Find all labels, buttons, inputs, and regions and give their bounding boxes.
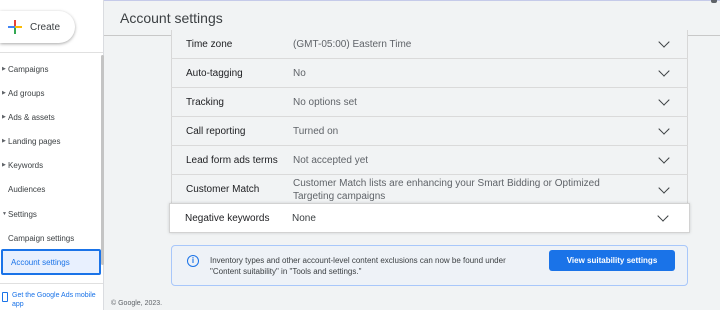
setting-row-tracking[interactable]: Tracking No options set: [171, 88, 688, 117]
sidebar: Create ▶ Campaigns ▶ Ad groups ▶ Ads & a…: [0, 0, 104, 310]
chevron-down-icon: [657, 210, 669, 222]
sidebar-scrollbar[interactable]: [101, 55, 104, 265]
page-title: Account settings: [120, 9, 223, 26]
setting-value: No: [293, 67, 306, 79]
setting-value: No options set: [293, 96, 357, 108]
sidebar-item-label: Audiences: [8, 184, 46, 194]
sidebar-item-ad-groups[interactable]: ▶ Ad groups: [0, 83, 100, 103]
copyright: © Google, 2023.: [111, 300, 163, 307]
setting-row-auto-tagging[interactable]: Auto-tagging No: [171, 59, 688, 88]
sidebar-item-label: Ad groups: [8, 88, 45, 98]
sidebar-divider: [0, 52, 103, 53]
setting-label: Auto-tagging: [186, 67, 243, 79]
chevron-down-icon: [658, 181, 670, 194]
sidebar-item-campaign-settings[interactable]: Campaign settings: [0, 228, 100, 248]
banner-text: Inventory types and other account-level …: [210, 256, 506, 276]
setting-label: Tracking: [186, 96, 224, 108]
setting-row-call-reporting[interactable]: Call reporting Turned on: [171, 117, 688, 146]
mobile-app-link[interactable]: Get the Google Ads mobile app: [2, 291, 102, 310]
setting-label: Call reporting: [186, 125, 246, 137]
chevron-down-icon: [658, 65, 670, 77]
sidebar-item-label: Landing pages: [8, 136, 61, 146]
chevron-down-icon: [658, 94, 670, 106]
chevron-down-icon: [658, 152, 670, 164]
caret-right-icon: ▶: [2, 90, 6, 96]
create-label: Create: [30, 21, 61, 33]
sidebar-item-label: Campaign settings: [8, 233, 75, 243]
sidebar-item-account-settings[interactable]: Account settings: [1, 249, 101, 275]
sidebar-item-settings[interactable]: ▼ Settings: [0, 204, 100, 224]
phone-icon: [2, 292, 8, 302]
caret-right-icon: ▶: [2, 138, 6, 144]
info-icon: i: [187, 255, 199, 267]
caret-right-icon: ▶: [2, 114, 6, 120]
sidebar-item-landing-pages[interactable]: ▶ Landing pages: [0, 131, 100, 151]
sidebar-item-label: Ads & assets: [8, 112, 55, 122]
sidebar-item-label: Campaigns: [8, 64, 49, 74]
create-button[interactable]: Create: [0, 11, 75, 43]
sidebar-item-label: Account settings: [11, 257, 70, 267]
caret-right-icon: ▶: [2, 66, 6, 72]
view-suitability-settings-button[interactable]: View suitability settings: [549, 250, 675, 271]
setting-value: None: [292, 212, 316, 224]
setting-label: Lead form ads terms: [186, 154, 278, 166]
overflow-indicator: [711, 0, 717, 3]
sidebar-item-audiences[interactable]: Audiences: [0, 179, 100, 199]
caret-right-icon: ▶: [2, 162, 6, 168]
setting-value: Turned on: [293, 125, 339, 137]
setting-row-customer-match[interactable]: Customer Match Customer Match lists are …: [171, 175, 688, 204]
sidebar-divider: [0, 283, 103, 284]
setting-value: Customer Match lists are enhancing your …: [293, 177, 600, 202]
mobile-app-label: Get the Google Ads mobile app: [12, 292, 96, 308]
setting-value: (GMT-05:00) Eastern Time: [293, 38, 412, 50]
caret-down-icon: ▼: [2, 211, 7, 217]
sidebar-item-ads-assets[interactable]: ▶ Ads & assets: [0, 107, 100, 127]
setting-label: Customer Match: [186, 184, 260, 195]
setting-value: Not accepted yet: [293, 154, 369, 166]
plus-icon: [8, 20, 22, 34]
sidebar-item-label: Settings: [8, 209, 37, 219]
sidebar-item-label: Keywords: [8, 160, 44, 170]
setting-row-lead-form-ads-terms[interactable]: Lead form ads terms Not accepted yet: [171, 146, 688, 175]
content-suitability-banner: i Inventory types and other account-leve…: [171, 245, 688, 286]
sidebar-item-campaigns[interactable]: ▶ Campaigns: [0, 59, 100, 79]
sidebar-item-keywords[interactable]: ▶ Keywords: [0, 155, 100, 175]
setting-row-time-zone[interactable]: Time zone (GMT-05:00) Eastern Time: [171, 30, 688, 59]
setting-label: Negative keywords: [185, 212, 270, 224]
chevron-down-icon: [658, 123, 670, 135]
chevron-down-icon: [658, 36, 670, 48]
setting-row-negative-keywords[interactable]: Negative keywords None: [169, 203, 690, 233]
setting-label: Time zone: [186, 38, 233, 50]
